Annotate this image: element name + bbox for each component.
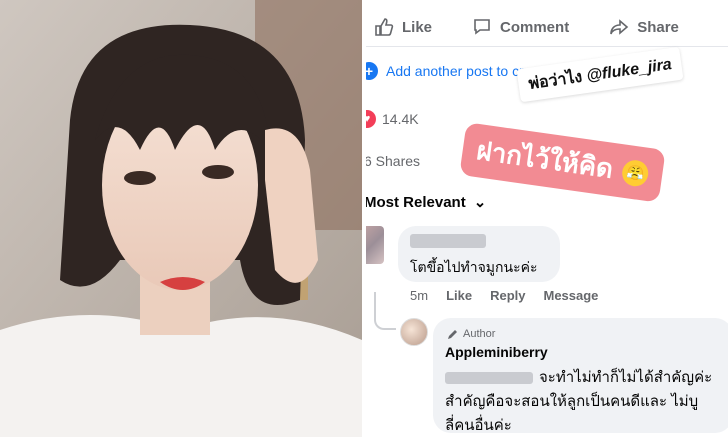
blurred-avatar bbox=[366, 226, 384, 264]
author-avatar[interactable] bbox=[400, 318, 428, 346]
reply-line-2: สำคัญคือจะสอนให้ลูกเป็นคนดีและ ไม่บู bbox=[445, 393, 699, 410]
comment-meta: 5m Like Reply Message bbox=[410, 288, 598, 303]
post-action-bar: Like Comment Share bbox=[374, 12, 728, 42]
caption-thai-text: พ่อว่าไง bbox=[527, 68, 584, 93]
share-label: Share bbox=[637, 18, 679, 36]
blurred-commenter-name bbox=[410, 234, 486, 248]
comment-like-link[interactable]: Like bbox=[446, 288, 472, 303]
portrait-illustration bbox=[0, 0, 362, 437]
mention-text: @fluke_jira bbox=[585, 56, 673, 85]
like-button[interactable]: Like bbox=[374, 17, 432, 37]
comment-bubble: โตขึ้อไปทำจมูกนะค่ะ bbox=[398, 226, 560, 282]
comment-reply-link[interactable]: Reply bbox=[490, 288, 525, 303]
share-arrow-icon bbox=[610, 19, 629, 35]
chevron-down-icon: ⌄ bbox=[473, 194, 487, 211]
share-button[interactable]: Share bbox=[609, 17, 679, 37]
portrait-photo bbox=[0, 0, 362, 437]
comment-time: 5m bbox=[410, 288, 429, 303]
like-label: Like bbox=[402, 18, 433, 36]
reply-author-name[interactable]: Appleminiberry bbox=[445, 344, 548, 360]
author-badge: Author bbox=[447, 328, 495, 340]
plus-icon: + bbox=[366, 62, 378, 80]
heart-reaction-icon: ♥ bbox=[366, 110, 376, 128]
sort-label: Most Relevant bbox=[366, 193, 466, 211]
blurred-mention bbox=[445, 372, 533, 385]
reply-line-3: ลี่คนอื่นค่ะ bbox=[445, 417, 512, 434]
sort-comments-dropdown[interactable]: Most Relevant ⌄ bbox=[366, 193, 487, 212]
comment-label: Comment bbox=[500, 18, 570, 36]
pink-sticker-text: ฝากไว้ให้คิด bbox=[474, 135, 616, 184]
caption-sticker: พ่อว่าไง @fluke_jira bbox=[516, 46, 684, 103]
reply-line-1: จะทำไม่ทำก็ไม่ได้สำคัญค่ะ bbox=[539, 369, 713, 386]
comment-icon bbox=[474, 19, 490, 35]
thumbs-up-icon bbox=[375, 18, 394, 36]
comment-message-link[interactable]: Message bbox=[543, 288, 598, 303]
reply-bubble: Author Appleminiberry จะทำไม่ทำก็ไม่ได้ส… bbox=[433, 318, 728, 434]
shares-count[interactable]: 6 Shares bbox=[366, 153, 420, 169]
pencil-icon bbox=[448, 330, 457, 339]
comment-text: โตขึ้อไปทำจมูกนะค่ะ bbox=[410, 259, 538, 275]
reply-text: จะทำไม่ทำก็ไม่ได้สำคัญค่ะ สำคัญคือจะสอนใ… bbox=[445, 366, 728, 437]
author-badge-label: Author bbox=[463, 328, 496, 340]
steam-face-emoji-icon: 😤 bbox=[620, 158, 651, 188]
comment-button[interactable]: Comment bbox=[472, 17, 569, 37]
reaction-count: 14.4K bbox=[382, 111, 419, 127]
pink-text-sticker: ฝากไว้ให้คิด 😤 bbox=[459, 122, 667, 203]
reaction-summary[interactable]: ♥ 14.4K bbox=[366, 110, 419, 128]
reply-thread-line bbox=[374, 292, 396, 330]
facebook-post-panel: Like Comment Share + Add another post to… bbox=[366, 0, 728, 437]
